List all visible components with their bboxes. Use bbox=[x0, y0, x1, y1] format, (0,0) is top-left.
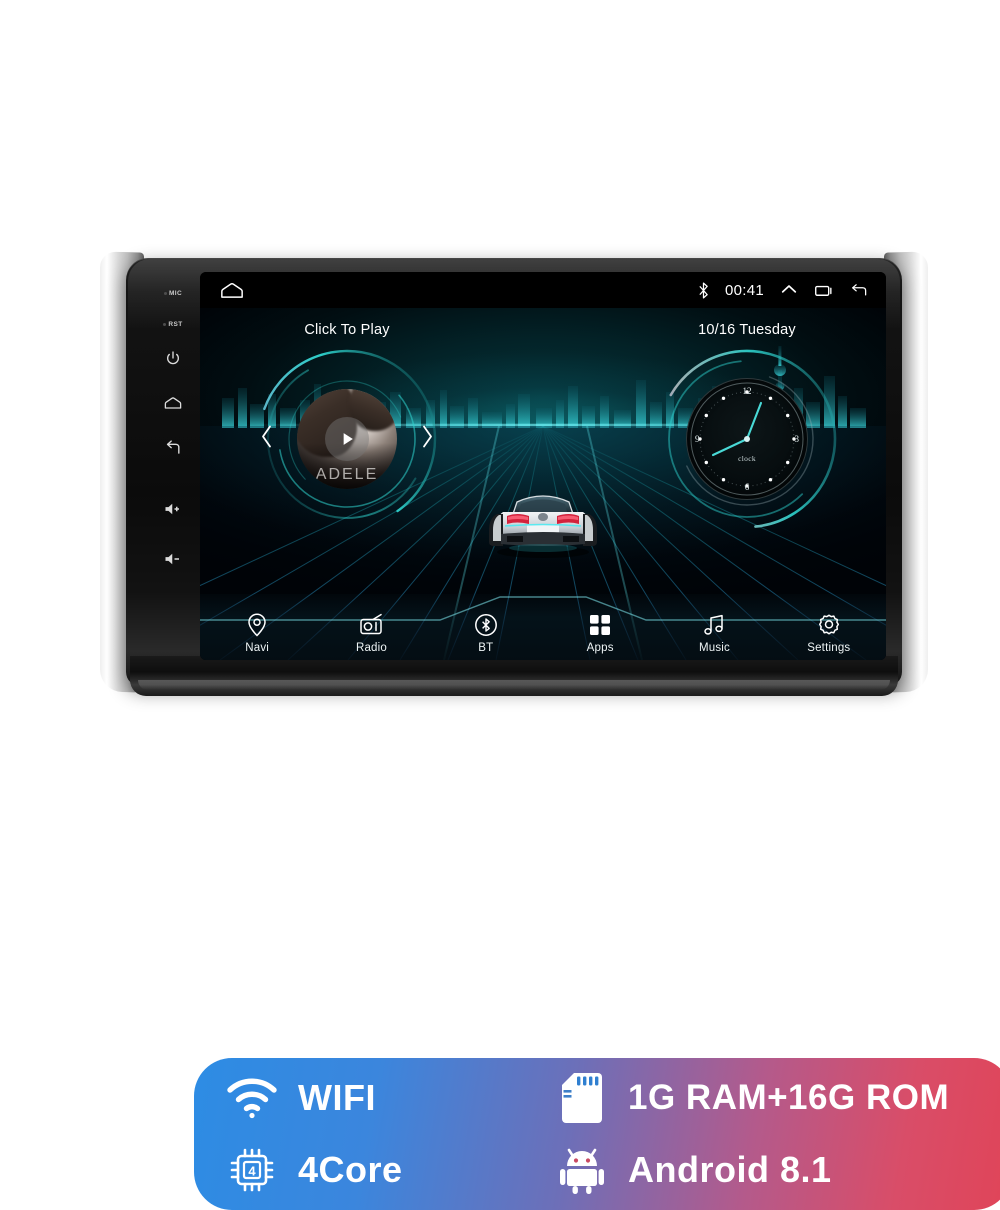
clock-numeral-9: 9 bbox=[695, 434, 700, 444]
dock-item-navi[interactable]: Navi bbox=[200, 600, 314, 658]
clock-face: 12 3 6 9 clock bbox=[686, 378, 808, 500]
spec-os-label: Android 8.1 bbox=[628, 1149, 832, 1190]
cpu-chip-icon: 4 bbox=[224, 1146, 280, 1194]
media-title: Click To Play bbox=[304, 322, 390, 338]
chevron-right-icon bbox=[423, 425, 432, 448]
play-icon bbox=[343, 433, 353, 445]
chevron-left-icon bbox=[262, 425, 271, 448]
spec-storage-label: 1G RAM+16G ROM bbox=[628, 1078, 950, 1117]
location-pin-icon bbox=[246, 613, 268, 637]
bluetooth-icon bbox=[699, 282, 708, 298]
touchscreen[interactable]: 00:41 Click To Play ADELE 10/16 Tuesday … bbox=[200, 272, 886, 660]
dock-label-settings: Settings bbox=[807, 642, 851, 654]
dock-item-list: Navi Radio BT Apps Music Settings bbox=[200, 600, 886, 658]
radio-icon bbox=[358, 613, 384, 637]
base-sheen bbox=[138, 680, 890, 690]
statusbar-home-button[interactable] bbox=[220, 282, 244, 299]
spec-banner: WIFI 1G RAM+16G ROM 4 4Core Android 8.1 bbox=[194, 1058, 1000, 1210]
chevron-up-icon[interactable] bbox=[780, 284, 798, 297]
date-label: 10/16 Tuesday bbox=[698, 322, 796, 338]
status-bar: 00:41 bbox=[200, 272, 886, 308]
home-button[interactable] bbox=[164, 396, 182, 410]
gear-icon bbox=[817, 613, 841, 637]
dock-item-settings[interactable]: Settings bbox=[772, 600, 886, 658]
reset-indicator-icon bbox=[163, 323, 167, 326]
sd-card-icon bbox=[554, 1073, 610, 1123]
hardware-key-column: MIC RST bbox=[150, 280, 196, 650]
app-dock: Navi Radio BT Apps Music Settings bbox=[200, 594, 886, 660]
home-wallpaper: Click To Play ADELE 10/16 Tuesday 12 3 6… bbox=[200, 308, 886, 660]
home-icon bbox=[221, 282, 243, 298]
power-button[interactable] bbox=[165, 350, 181, 366]
previous-track-button[interactable] bbox=[260, 425, 274, 454]
back-button[interactable] bbox=[164, 440, 182, 456]
dock-item-apps[interactable]: Apps bbox=[543, 600, 657, 658]
media-player-widget[interactable]: Click To Play ADELE bbox=[252, 322, 442, 534]
spec-cpu: 4 4Core bbox=[224, 1146, 554, 1194]
album-artist-label: ADELE bbox=[315, 466, 379, 483]
dock-item-bt[interactable]: BT bbox=[429, 600, 543, 658]
car-illustration bbox=[489, 495, 597, 558]
mic-indicator: MIC bbox=[163, 290, 183, 297]
spec-wifi: WIFI bbox=[224, 1077, 554, 1119]
volume-up-button[interactable] bbox=[164, 502, 182, 516]
dock-label-apps: Apps bbox=[586, 642, 614, 654]
volume-down-icon bbox=[165, 553, 179, 565]
wifi-icon bbox=[224, 1077, 280, 1119]
recents-icon[interactable] bbox=[814, 283, 833, 298]
mic-indicator-label: MIC bbox=[168, 290, 183, 297]
back-arrow-icon bbox=[166, 440, 180, 454]
play-button[interactable] bbox=[325, 417, 369, 461]
dock-label-music: Music bbox=[698, 642, 730, 654]
spec-storage: 1G RAM+16G ROM bbox=[554, 1073, 1000, 1123]
clock-numeral-6: 6 bbox=[744, 482, 750, 492]
power-icon bbox=[167, 351, 179, 365]
reset-indicator-label: RST bbox=[168, 321, 183, 328]
home-icon bbox=[164, 397, 182, 409]
next-track-button[interactable] bbox=[420, 425, 434, 454]
statusbar-right-cluster: 00:41 bbox=[698, 282, 868, 299]
dock-item-radio[interactable]: Radio bbox=[314, 600, 428, 658]
clock-face-label: clock bbox=[738, 453, 756, 463]
dock-label-navi: Navi bbox=[245, 642, 270, 654]
clock-numeral-3: 3 bbox=[794, 434, 800, 444]
volume-up-icon bbox=[165, 503, 179, 515]
spec-os: Android 8.1 bbox=[554, 1146, 1000, 1194]
clock-widget[interactable]: 10/16 Tuesday 12 3 6 9 clock bbox=[652, 322, 842, 534]
dock-label-bt: BT bbox=[478, 642, 494, 654]
spec-cpu-label: 4Core bbox=[298, 1149, 403, 1190]
android-robot-icon bbox=[554, 1146, 610, 1194]
device-base bbox=[130, 656, 898, 696]
car-stereo-device: MIC RST 00:41 Click To Play ADELE 10/16 … bbox=[100, 251, 1000, 1210]
statusbar-clock: 00:41 bbox=[724, 281, 764, 299]
reset-indicator[interactable]: RST bbox=[163, 321, 182, 328]
clock-numeral-12: 12 bbox=[742, 386, 752, 396]
dock-item-music[interactable]: Music bbox=[657, 600, 771, 658]
spec-wifi-label: WIFI bbox=[298, 1077, 376, 1118]
cpu-chip-digit: 4 bbox=[248, 1164, 256, 1179]
apps-grid-icon bbox=[588, 613, 612, 637]
back-arrow-icon[interactable] bbox=[849, 283, 868, 298]
dock-label-radio: Radio bbox=[355, 642, 388, 654]
mic-indicator-icon bbox=[163, 292, 167, 295]
bluetooth-circle-icon bbox=[474, 613, 498, 637]
music-note-icon bbox=[702, 613, 726, 637]
volume-down-button[interactable] bbox=[164, 552, 182, 566]
